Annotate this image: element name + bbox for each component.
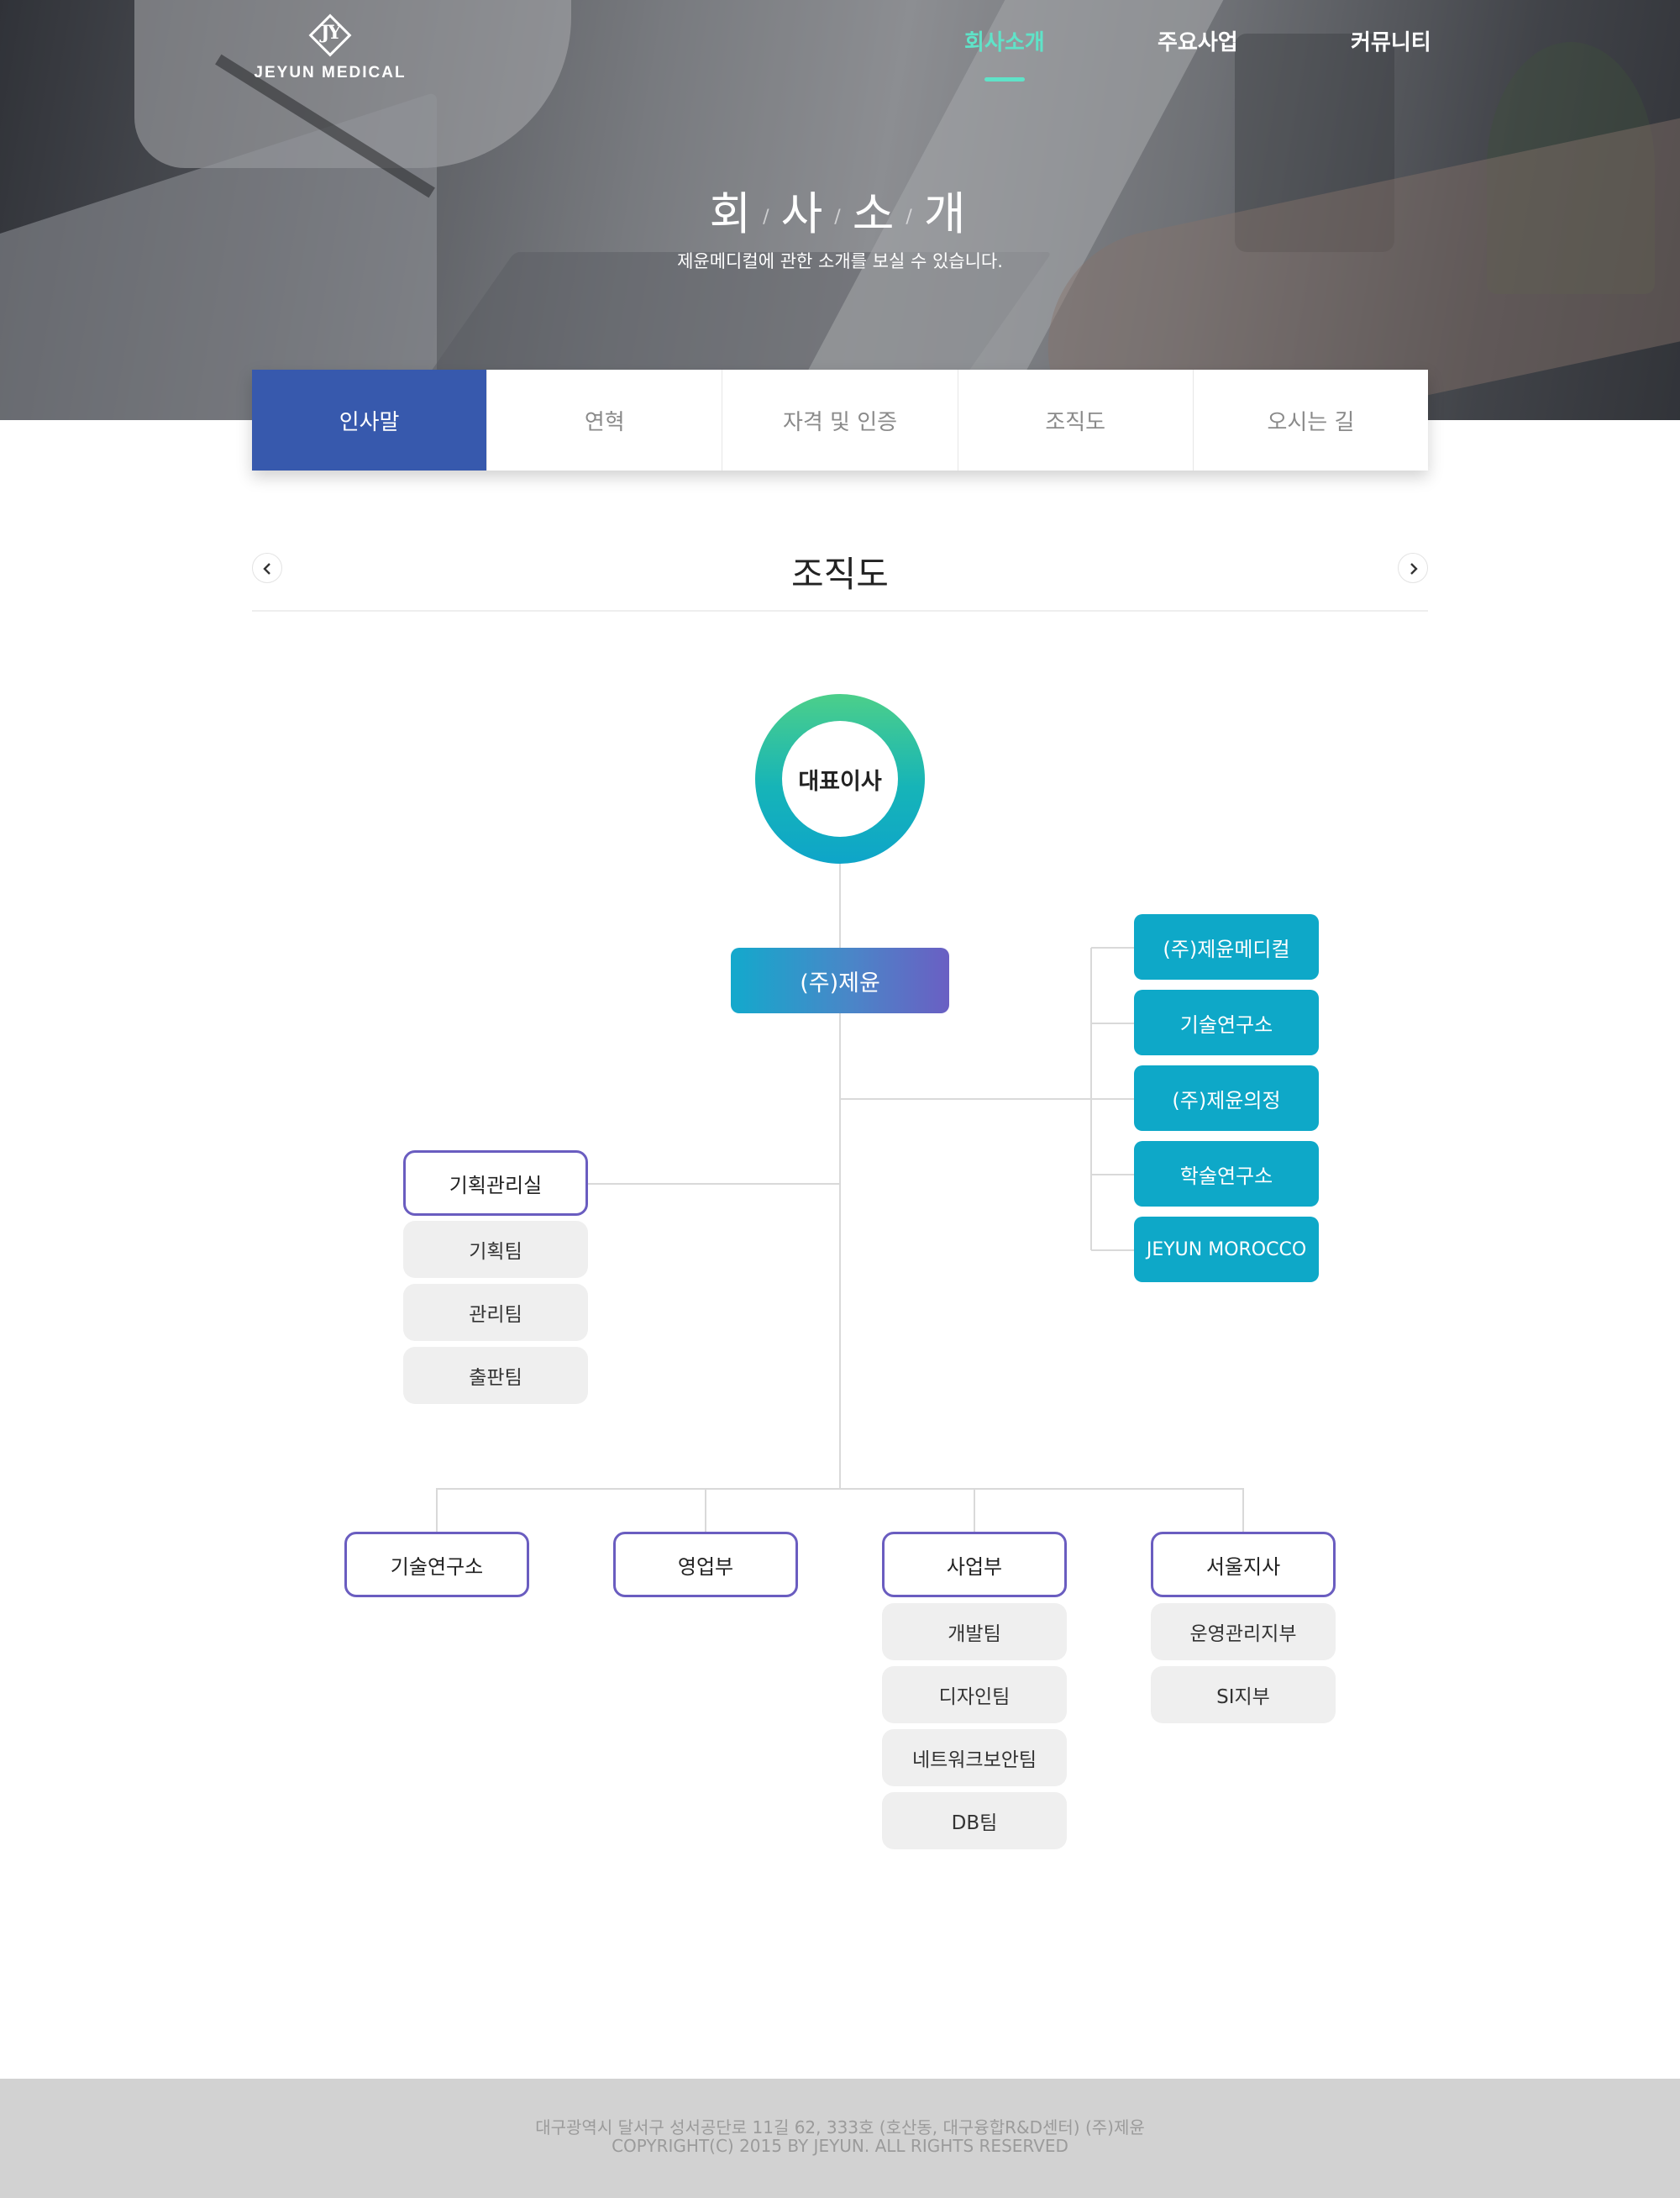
logo-mark-icon: JY xyxy=(305,10,355,60)
chevron-right-icon xyxy=(1410,563,1418,575)
hero-title-char: 사 xyxy=(780,187,828,240)
tab-greeting[interactable]: 인사말 xyxy=(252,370,488,471)
connector-line xyxy=(436,1488,438,1532)
logo-mark-text: JY xyxy=(320,22,341,44)
next-button[interactable] xyxy=(1398,553,1428,583)
org-node-affiliate: (주)제윤메디컬 xyxy=(1134,914,1319,980)
nav-item-community[interactable]: 커뮤니티 xyxy=(1351,25,1431,56)
hero-banner: JY JEYUN MEDICAL 회사소개 주요사업 커뮤니티 회 / 사 / 소 / 개 … xyxy=(0,0,1680,420)
hero-subtitle: 제윤메디컬에 관한 소개를 보실 수 있습니다. xyxy=(677,251,1003,271)
connector-line xyxy=(1091,1098,1135,1100)
logo-name: JEYUN MEDICAL xyxy=(254,64,407,82)
org-node-team: 운영관리지부 xyxy=(1151,1603,1336,1660)
hero-title-separator: / xyxy=(834,206,846,228)
connector-line xyxy=(974,1488,975,1532)
connector-line xyxy=(1242,1488,1244,1532)
org-node-department: 영업부 xyxy=(613,1532,798,1597)
footer-copyright: COPYRIGHT(C) 2015 BY JEYUN. ALL RIGHTS R… xyxy=(612,2136,1068,2156)
nav-item-business[interactable]: 주요사업 xyxy=(1158,25,1238,56)
connector-line xyxy=(1091,947,1135,949)
section-header: 조직도 xyxy=(252,538,1428,612)
org-node-main-company: (주)제윤 xyxy=(731,948,949,1013)
nav-item-label: 회사소개 xyxy=(964,30,1045,55)
hero-title-char: 개 xyxy=(923,187,971,240)
org-node-affiliate: (주)제윤의정 xyxy=(1134,1065,1319,1131)
connector-line xyxy=(437,1488,1243,1490)
org-node-team: DB팀 xyxy=(882,1792,1067,1849)
site-logo[interactable]: JY JEYUN MEDICAL xyxy=(250,10,410,82)
connector-line xyxy=(1091,1023,1135,1024)
org-node-department: 사업부 xyxy=(882,1532,1067,1597)
nav-item-label: 주요사업 xyxy=(1158,30,1238,55)
org-node-department: 서울지사 xyxy=(1151,1532,1336,1597)
org-node-affiliate: 학술연구소 xyxy=(1134,1141,1319,1207)
org-node-affiliate: 기술연구소 xyxy=(1134,990,1319,1055)
connector-line xyxy=(840,1098,1092,1100)
org-node-affiliate: JEYUN MOROCCO xyxy=(1134,1217,1319,1282)
org-node-team: 디자인팀 xyxy=(882,1666,1067,1723)
tab-certification[interactable]: 자격 및 인증 xyxy=(722,370,958,471)
org-node-department: 기술연구소 xyxy=(344,1532,529,1597)
org-node-team: 출판팀 xyxy=(403,1347,588,1404)
connector-line xyxy=(1091,1174,1135,1175)
nav-item-company[interactable]: 회사소개 xyxy=(964,25,1045,82)
hero-title: 회 / 사 / 소 / 개 xyxy=(0,176,1680,243)
connector-line xyxy=(1091,1249,1135,1251)
section-title: 조직도 xyxy=(791,554,889,595)
org-node-planning-office: 기획관리실 xyxy=(403,1150,588,1216)
nav-active-indicator xyxy=(984,77,1025,82)
org-node-team: 네트워크보안팀 xyxy=(882,1729,1067,1786)
hero-title-char: 회 xyxy=(709,187,757,240)
org-node-ceo: 대표이사 xyxy=(755,694,925,864)
sub-tab-bar: 인사말 연혁 자격 및 인증 조직도 오시는 길 xyxy=(252,370,1428,471)
nav-item-label: 커뮤니티 xyxy=(1351,30,1431,55)
hero-title-char: 소 xyxy=(852,187,900,240)
footer-address: 대구광역시 달서구 성서공단로 11길 62, 333호 (호산동, 대구융합R… xyxy=(535,2117,1145,2138)
connector-line xyxy=(705,1488,706,1532)
hero-title-separator: / xyxy=(906,206,917,228)
org-node-team: 관리팀 xyxy=(403,1284,588,1341)
tab-history[interactable]: 연혁 xyxy=(487,370,723,471)
hero-title-separator: / xyxy=(763,206,774,228)
tab-organization[interactable]: 조직도 xyxy=(958,370,1194,471)
main-nav: 회사소개 주요사업 커뮤니티 xyxy=(924,25,1445,84)
connector-line xyxy=(586,1183,840,1185)
site-footer: 대구광역시 달서구 성서공단로 11길 62, 333호 (호산동, 대구융합R… xyxy=(0,2079,1680,2198)
org-node-ceo-label: 대표이사 xyxy=(782,721,898,837)
org-node-team: 기획팀 xyxy=(403,1221,588,1278)
org-node-team: 개발팀 xyxy=(882,1603,1067,1660)
tab-directions[interactable]: 오시는 길 xyxy=(1194,370,1428,471)
org-node-team: SI지부 xyxy=(1151,1666,1336,1723)
